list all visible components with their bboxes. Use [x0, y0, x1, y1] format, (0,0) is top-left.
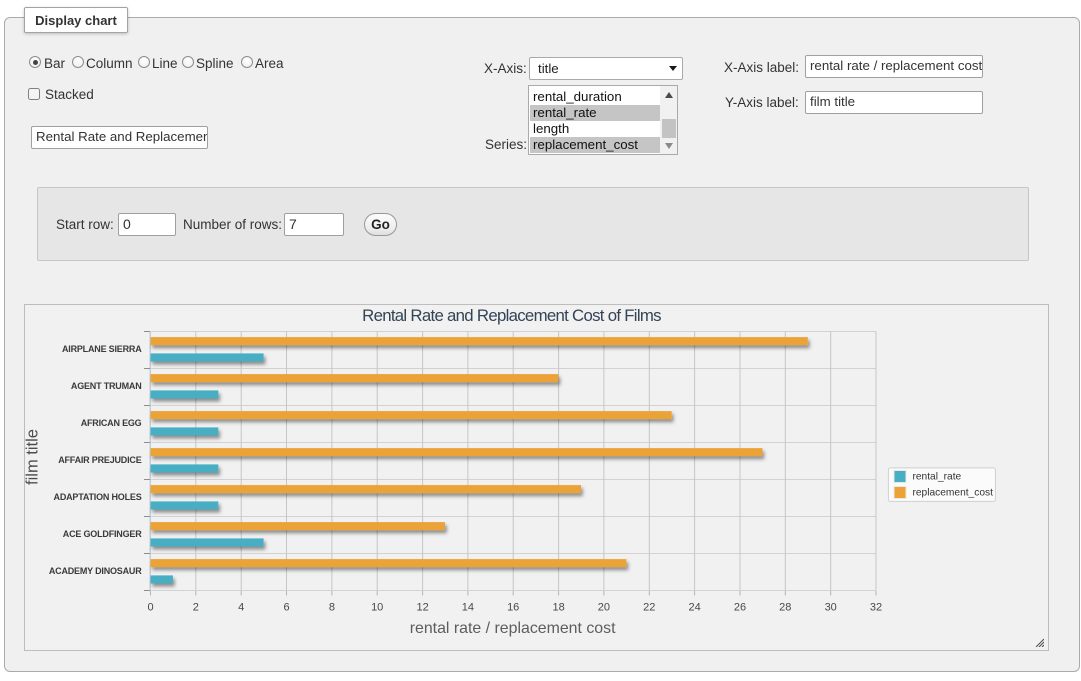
svg-text:22: 22 — [643, 602, 655, 614]
svg-text:8: 8 — [329, 602, 335, 614]
svg-text:16: 16 — [507, 602, 519, 614]
svg-text:4: 4 — [238, 602, 244, 614]
svg-text:6: 6 — [283, 602, 289, 614]
svg-text:AFRICAN EGG: AFRICAN EGG — [81, 418, 142, 428]
svg-text:12: 12 — [416, 602, 428, 614]
svg-text:20: 20 — [598, 602, 610, 614]
svg-text:film title: film title — [25, 429, 41, 485]
svg-text:0: 0 — [147, 602, 153, 614]
svg-text:2: 2 — [193, 602, 199, 614]
svg-text:rental rate / replacement cost: rental rate / replacement cost — [410, 620, 616, 637]
svg-text:AFFAIR PREJUDICE: AFFAIR PREJUDICE — [58, 455, 142, 465]
svg-text:rental_rate: rental_rate — [913, 471, 962, 482]
svg-text:ADAPTATION HOLES: ADAPTATION HOLES — [54, 492, 142, 502]
svg-text:10: 10 — [371, 602, 383, 614]
svg-text:32: 32 — [870, 602, 882, 614]
svg-text:ACADEMY DINOSAUR: ACADEMY DINOSAUR — [49, 566, 142, 576]
svg-text:AGENT TRUMAN: AGENT TRUMAN — [71, 381, 142, 391]
svg-text:18: 18 — [552, 602, 564, 614]
svg-text:28: 28 — [779, 602, 791, 614]
svg-text:ACE GOLDFINGER: ACE GOLDFINGER — [63, 529, 142, 539]
svg-text:30: 30 — [825, 602, 837, 614]
svg-text:Rental Rate and Replacement Co: Rental Rate and Replacement Cost of Film… — [362, 306, 661, 325]
svg-text:AIRPLANE SIERRA: AIRPLANE SIERRA — [62, 344, 142, 354]
svg-text:26: 26 — [734, 602, 746, 614]
svg-text:24: 24 — [688, 602, 700, 614]
svg-text:14: 14 — [462, 602, 474, 614]
svg-text:replacement_cost: replacement_cost — [913, 488, 994, 499]
